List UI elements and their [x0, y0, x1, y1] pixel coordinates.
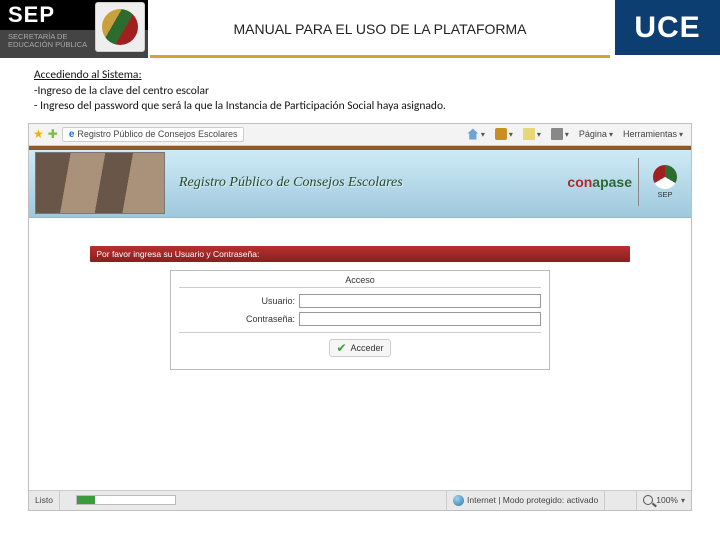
rss-button[interactable]: ▾	[491, 127, 517, 141]
print-button[interactable]: ▾	[547, 127, 573, 141]
status-progress	[60, 491, 447, 510]
login-submit-button[interactable]: ✔ Acceder	[329, 339, 390, 357]
zoom-icon	[643, 495, 653, 505]
conapase-logo: conapase	[567, 174, 632, 190]
login-form: Acceso Usuario: Contraseña: ✔ Acceder	[170, 270, 550, 370]
password-input[interactable]	[299, 312, 541, 326]
site-banner: Registro Público de Consejos Escolares c…	[29, 146, 691, 218]
mail-button[interactable]: ▾	[519, 127, 545, 141]
instruction-heading: Accediendo al Sistema:	[34, 68, 142, 82]
page-menu[interactable]: Página▾	[575, 128, 617, 140]
globe-icon	[453, 495, 464, 506]
ie-status-bar: Listo Internet | Modo protegido: activad…	[29, 490, 691, 510]
browser-window: ★ ✚ e Registro Público de Consejos Escol…	[28, 123, 692, 511]
home-button[interactable]: ▾	[463, 127, 489, 141]
instruction-line-1: -Ingreso de la clave del centro escolar	[34, 84, 209, 98]
slide-header: SEP SECRETARÍA DEEDUCACIÓN PÚBLICA MANUA…	[0, 0, 720, 58]
banner-photo	[35, 152, 165, 214]
status-spacer	[605, 491, 637, 510]
rss-icon	[495, 128, 507, 140]
status-ready: Listo	[29, 491, 60, 510]
national-seal-icon	[95, 2, 145, 52]
login-heading: Acceso	[179, 275, 541, 288]
password-label: Contraseña:	[179, 314, 299, 324]
print-icon	[551, 128, 563, 140]
username-input[interactable]	[299, 294, 541, 308]
home-icon	[467, 128, 479, 140]
uce-badge: UCE	[615, 0, 720, 55]
divider	[638, 158, 639, 206]
check-icon: ✔	[336, 341, 346, 355]
instruction-line-2: - Ingreso del password que será la que l…	[34, 99, 446, 113]
tools-menu[interactable]: Herramientas▾	[619, 128, 687, 140]
status-zone: Internet | Modo protegido: activado	[447, 491, 605, 510]
favorites-star-icon[interactable]: ★	[33, 127, 44, 141]
username-label: Usuario:	[179, 296, 299, 306]
site-title: Registro Público de Consejos Escolares	[179, 175, 403, 191]
browser-tab[interactable]: e Registro Público de Consejos Escolares	[62, 127, 245, 142]
gov-seal-icon: SEP	[645, 165, 685, 199]
submit-label: Acceder	[351, 343, 384, 353]
add-favorite-icon[interactable]: ✚	[48, 127, 58, 141]
ie-toolbar: ★ ✚ e Registro Público de Consejos Escol…	[29, 124, 691, 146]
mail-icon	[523, 128, 535, 140]
tab-title: Registro Público de Consejos Escolares	[77, 129, 237, 139]
instruction-block: Accediendo al Sistema: -Ingreso de la cl…	[0, 58, 720, 121]
page-content: Por favor ingresa su Usuario y Contraseñ…	[29, 218, 691, 490]
ie-page-icon: e	[69, 129, 75, 140]
login-prompt-bar: Por favor ingresa su Usuario y Contraseñ…	[90, 246, 629, 262]
zoom-control[interactable]: 100% ▾	[637, 491, 691, 510]
gold-divider	[150, 55, 610, 58]
